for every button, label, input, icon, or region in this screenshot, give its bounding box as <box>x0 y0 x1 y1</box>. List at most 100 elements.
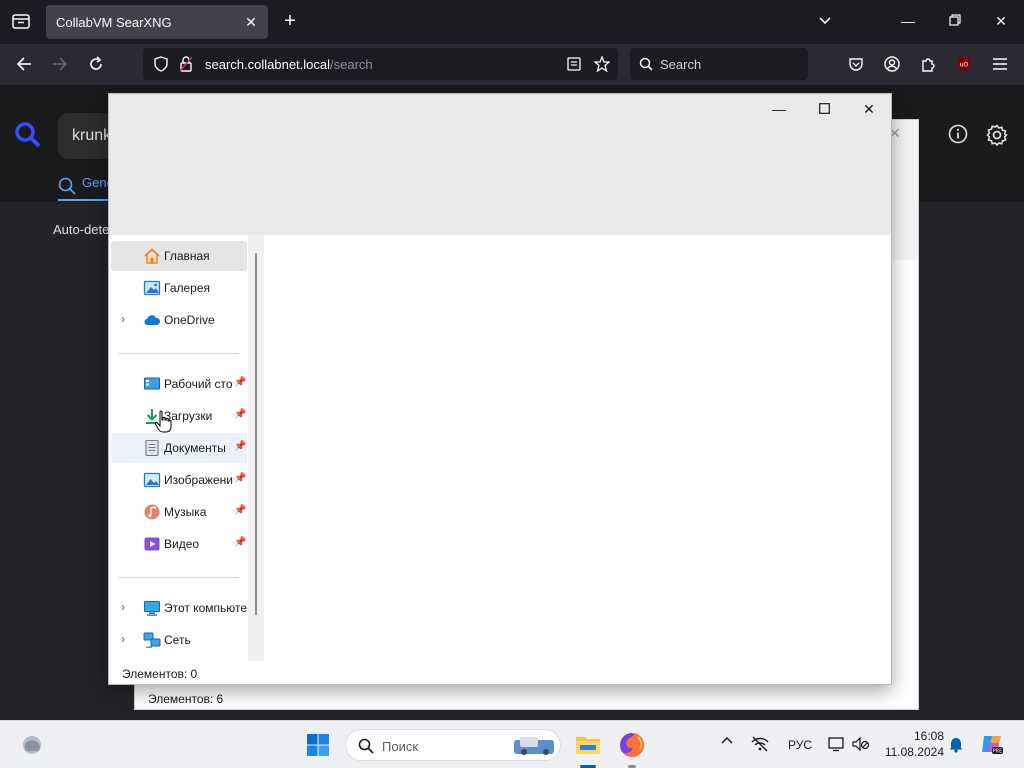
music-icon <box>144 504 160 520</box>
nav-item-videos[interactable]: Видео 📌 <box>111 529 247 559</box>
navigation-pane: Главная Галерея › OneDrive Рабочий сто 📌… <box>109 235 263 661</box>
list-all-tabs-chevron-icon[interactable] <box>814 10 836 32</box>
nav-item-onedrive[interactable]: › OneDrive <box>111 305 247 335</box>
info-icon[interactable] <box>948 124 968 144</box>
url-host: search.collabnet.local <box>205 57 331 72</box>
url-bar[interactable]: search.collabnet.local/search <box>143 48 618 80</box>
firefox-taskbar-icon[interactable] <box>618 731 646 759</box>
expand-chevron-icon[interactable]: › <box>121 600 133 614</box>
home-icon <box>144 248 160 264</box>
minimize-button[interactable]: — <box>897 10 919 32</box>
input-language-indicator[interactable]: РУС <box>788 738 812 752</box>
nav-item-downloads[interactable]: Загрузки 📌 <box>111 401 247 431</box>
copilot-icon[interactable]: PRE <box>980 732 1004 756</box>
nav-item-network[interactable]: › Сеть <box>111 625 247 655</box>
nav-label-home: Главная <box>164 249 210 263</box>
expand-chevron-icon[interactable]: › <box>121 632 133 646</box>
gear-icon[interactable] <box>986 124 1008 146</box>
nav-label-gallery: Галерея <box>164 281 211 295</box>
explorer-title-bar[interactable]: — ✕ <box>109 94 891 235</box>
taskbar-search-box[interactable]: Поиск <box>345 729 561 761</box>
explorer-window[interactable]: — ✕ Главная Галерея › OneDrive Рабочий с… <box>108 93 892 685</box>
extensions-button[interactable] <box>916 52 940 76</box>
search-query-text: krunk <box>72 127 112 144</box>
search-highlight-icon <box>514 737 554 755</box>
nav-item-music[interactable]: Музыка 📌 <box>111 497 247 527</box>
forward-button[interactable] <box>48 52 72 76</box>
pocket-button[interactable] <box>844 52 868 76</box>
search-bar-placeholder: Search <box>660 57 702 72</box>
lock-insecure-icon[interactable] <box>179 56 193 72</box>
nav-item-documents[interactable]: Документы 📌 <box>111 433 247 463</box>
url-path: /search <box>330 57 373 72</box>
mouse-cursor-hand-icon <box>154 410 172 433</box>
tab-collabvm-searxng[interactable]: CollabVM SearXNG ✕ <box>46 5 268 39</box>
explorer-maximize-button[interactable] <box>809 98 839 120</box>
nav-item-home[interactable]: Главная <box>111 241 247 271</box>
active-tab-underline <box>58 199 110 201</box>
nav-item-this-pc[interactable]: › Этот компьюте <box>111 593 247 623</box>
pin-icon: 📌 <box>234 377 247 388</box>
reader-view-icon[interactable] <box>567 57 581 71</box>
expand-chevron-icon[interactable]: › <box>121 312 133 326</box>
volume-muted-icon[interactable] <box>852 736 870 752</box>
scrollbar-thumb[interactable] <box>255 253 257 615</box>
search-icon <box>639 57 653 71</box>
explorer-minimize-button[interactable]: — <box>764 98 794 120</box>
tab-title: CollabVM SearXNG <box>56 15 172 30</box>
nav-label-pictures: Изображени <box>164 473 233 487</box>
nav-label-this-pc: Этот компьюте <box>164 601 248 615</box>
app-menu-button[interactable] <box>988 52 1012 76</box>
restore-button[interactable] <box>944 10 966 32</box>
background-status-text: Элементов: 6 <box>148 692 224 706</box>
search-bar[interactable]: Search <box>630 48 808 80</box>
clock-time: 16:08 <box>913 729 944 743</box>
file-explorer-taskbar-icon[interactable] <box>574 731 602 759</box>
reload-button[interactable] <box>84 52 108 76</box>
pictures-icon <box>143 472 161 488</box>
network-icon <box>143 632 161 648</box>
desktop-icon <box>143 377 161 390</box>
windows-start-icon[interactable] <box>306 733 330 757</box>
browser-tab-bar: CollabVM SearXNG ✕ + — ✕ <box>0 0 1024 44</box>
explorer-close-button[interactable]: ✕ <box>854 98 884 120</box>
nav-item-gallery[interactable]: Галерея <box>111 273 247 303</box>
bookmark-star-icon[interactable] <box>594 56 610 72</box>
back-button[interactable] <box>12 52 36 76</box>
notification-bell-icon[interactable] <box>948 735 964 753</box>
shield-icon[interactable] <box>153 56 169 72</box>
videos-icon <box>144 537 160 551</box>
nav-item-desktop[interactable]: Рабочий сто 📌 <box>111 369 247 399</box>
svg-text:PRE: PRE <box>993 749 1003 755</box>
network-disconnected-icon[interactable] <box>751 736 769 752</box>
pin-icon: 📌 <box>234 505 247 516</box>
account-button[interactable] <box>880 52 904 76</box>
tab-list-button[interactable] <box>8 8 34 34</box>
document-icon <box>145 439 159 457</box>
searxng-logo-icon[interactable] <box>14 121 42 149</box>
file-list-area[interactable] <box>264 235 891 684</box>
pocket-icon <box>849 58 863 71</box>
pin-icon: 📌 <box>234 473 247 484</box>
puzzle-icon <box>922 58 935 72</box>
account-icon <box>884 56 900 72</box>
taskbar-clock[interactable]: 16:08 11.08.2024 <box>880 728 944 760</box>
ublock-button[interactable]: uO <box>952 52 976 76</box>
url-text: search.collabnet.local/search <box>205 57 373 72</box>
new-tab-button[interactable]: + <box>279 10 301 32</box>
nav-label-desktop: Рабочий сто <box>164 377 233 391</box>
display-icon[interactable] <box>828 736 844 752</box>
show-hidden-icons-chevron-icon[interactable] <box>721 734 733 748</box>
nav-label-music: Музыка <box>164 505 207 519</box>
tab-close-icon[interactable]: ✕ <box>242 13 260 31</box>
onedrive-cloud-icon <box>144 315 161 325</box>
navigation-scrollbar[interactable] <box>248 235 264 661</box>
nav-item-pictures[interactable]: Изображени 📌 <box>111 465 247 495</box>
category-search-icon <box>58 177 76 195</box>
status-item-count: Элементов: 0 <box>122 667 198 681</box>
windows-taskbar: Поиск РУС 16:08 11.08.2024 PRE <box>0 720 1024 768</box>
browser-nav-bar: search.collabnet.local/search Search uO <box>0 44 1024 85</box>
nav-label-videos: Видео <box>164 537 200 551</box>
close-window-button[interactable]: ✕ <box>990 10 1012 32</box>
widgets-weather-icon[interactable] <box>20 733 44 757</box>
